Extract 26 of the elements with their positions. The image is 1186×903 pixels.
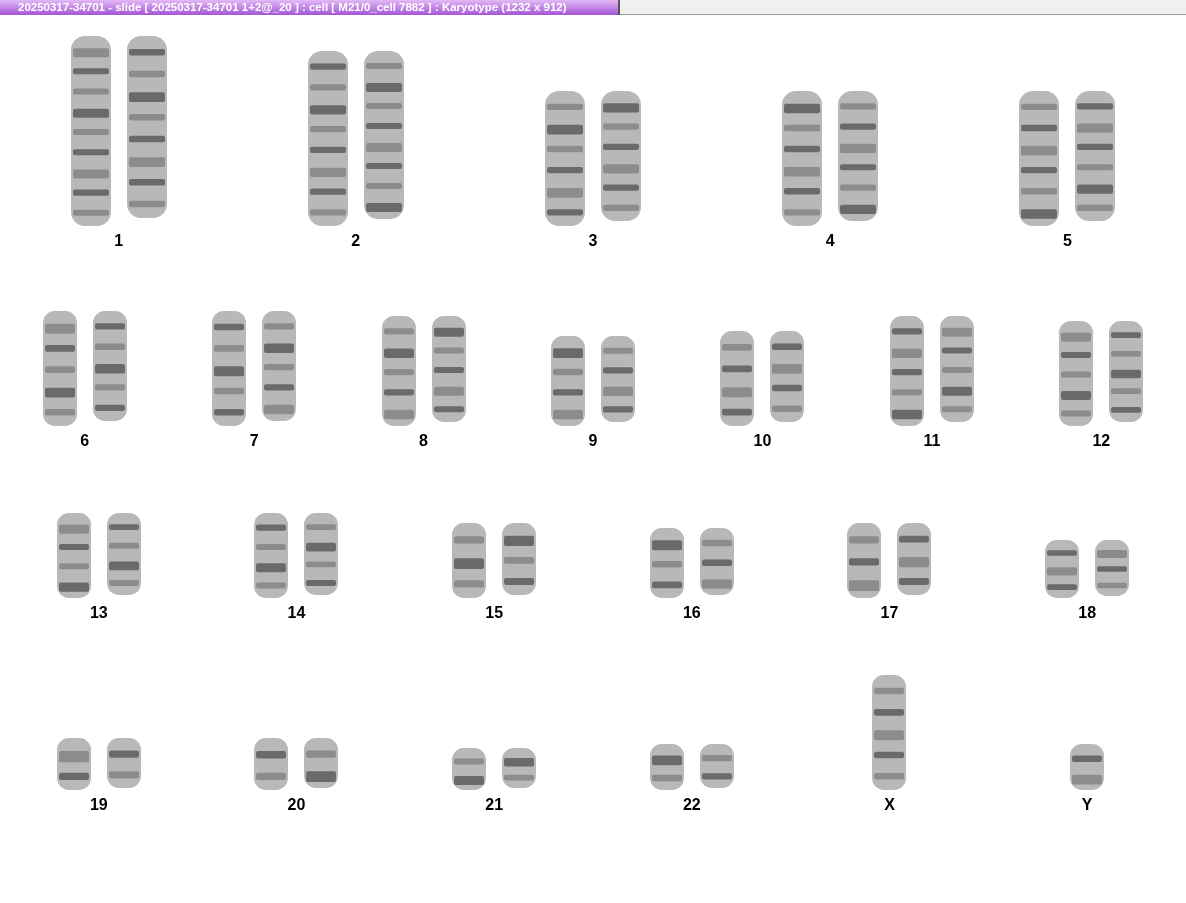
chromosome-label: 17 bbox=[880, 604, 899, 622]
chromosome-label: 2 bbox=[351, 232, 361, 250]
chromosome-label: 13 bbox=[89, 604, 108, 622]
chromosome-label: 7 bbox=[249, 432, 259, 450]
chromosome-drawing bbox=[1070, 744, 1105, 790]
chromosome-label: 10 bbox=[753, 432, 772, 450]
chromosome-label: 15 bbox=[485, 604, 504, 622]
chromosome-label: 19 bbox=[89, 796, 108, 814]
window-title: 20250317-34701 - slide [ 20250317-34701 1+2@_20 ] : cell [ M21/0_cell 7882 ] : Karyotype (1232 x 912) bbox=[0, 0, 620, 15]
chromosome-label: 12 bbox=[1092, 432, 1111, 450]
chromosome-label: 11 bbox=[923, 432, 941, 450]
chromosome-label: 5 bbox=[1062, 232, 1072, 250]
chromosome-label: Y bbox=[1081, 796, 1093, 814]
chromosome-label: 20 bbox=[287, 796, 306, 814]
chromosome-label: 22 bbox=[682, 796, 701, 814]
chromosome-label: 4 bbox=[825, 232, 835, 250]
chromosome-label: 18 bbox=[1078, 604, 1097, 622]
chromosome-label: 14 bbox=[287, 604, 306, 622]
chromosome-label: 3 bbox=[588, 232, 598, 250]
chromosome-label: 8 bbox=[419, 432, 428, 450]
chromosome-label: X bbox=[884, 796, 895, 814]
chromosome-label: 9 bbox=[588, 432, 598, 450]
chromosome-label: 16 bbox=[682, 604, 701, 622]
chromosome-label: 6 bbox=[80, 432, 90, 450]
chromosome-label: 1 bbox=[114, 232, 124, 250]
chromosome-label: 21 bbox=[485, 796, 504, 814]
